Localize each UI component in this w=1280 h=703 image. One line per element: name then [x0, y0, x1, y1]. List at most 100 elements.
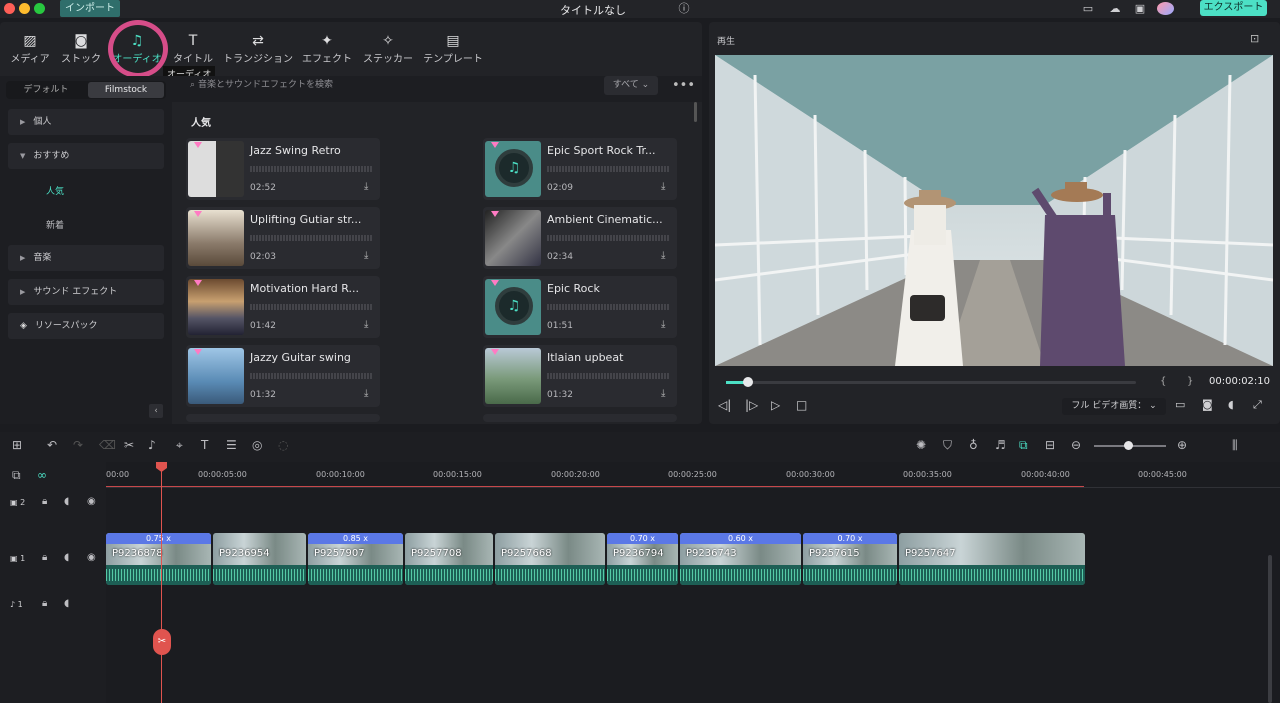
playback-scrubber[interactable] — [726, 381, 1136, 384]
play-icon[interactable]: ▷ — [771, 398, 780, 412]
audio-mix-icon[interactable]: ♬ — [995, 438, 1006, 452]
tab-effects[interactable]: ✦ エフェクト — [302, 32, 352, 72]
download-icon[interactable]: ⤓ — [364, 388, 368, 399]
timeline-clip[interactable]: P9257647 — [899, 533, 1085, 585]
audio-card[interactable]: Ambient Cinematic... 02:34 ⤓ — [483, 207, 677, 269]
audio-card[interactable]: Uplifting Gutiar str... 02:03 ⤓ — [186, 207, 380, 269]
snapshot-icon[interactable]: ◙ — [1202, 398, 1213, 411]
mark-in-icon[interactable]: { — [1160, 376, 1166, 387]
tab-transitions[interactable]: ⇄ トランジション — [223, 32, 293, 72]
tab-stock[interactable]: ◙ ストック — [61, 32, 101, 72]
stabilize-icon[interactable]: ◌ — [278, 438, 288, 452]
marker-icon[interactable]: ⛉ — [943, 438, 952, 453]
mute-icon[interactable]: ◖ — [64, 552, 69, 563]
export-button[interactable]: エクスポート — [1200, 0, 1267, 16]
timeline-clip[interactable]: 0.70 x P9236794 — [607, 533, 678, 585]
download-icon[interactable]: ⤓ — [661, 319, 665, 330]
audio-card[interactable]: Itlaian upbeat 01:32 ⤓ — [483, 345, 677, 407]
import-button[interactable]: インポート — [60, 0, 120, 17]
info-icon[interactable]: ⓘ — [677, 2, 691, 15]
link-icon[interactable]: ∞ — [37, 468, 47, 482]
tag-icon[interactable]: ⌖ — [176, 438, 183, 453]
fullscreen-icon[interactable]: ⤢ — [1253, 398, 1262, 412]
download-icon[interactable]: ⤓ — [364, 181, 368, 192]
timeline-clip[interactable]: P9257708 — [405, 533, 493, 585]
layout-grid-icon[interactable]: ⊞ — [12, 438, 22, 452]
preview-quality-dropdown[interactable]: フル ビデオ画質： ⌄ — [1062, 398, 1166, 415]
sidebar-item-personal[interactable]: ▶ 個人 — [8, 109, 164, 135]
render-icon[interactable]: ✺ — [916, 438, 926, 452]
scissors-icon[interactable]: ✂ — [153, 629, 171, 655]
download-icon[interactable]: ⤓ — [661, 181, 665, 192]
tab-templates[interactable]: ▤ テンプレート — [423, 32, 483, 72]
zoom-in-icon[interactable]: ⊕ — [1177, 438, 1187, 452]
microphone-icon[interactable]: ♁ — [969, 438, 978, 452]
audio-card[interactable]: ♫ Epic Sport Rock Tr... 02:09 ⤓ — [483, 138, 677, 200]
avatar[interactable] — [1157, 2, 1174, 15]
mark-out-icon[interactable]: } — [1187, 376, 1193, 387]
close-window-button[interactable] — [4, 3, 15, 14]
audio-detach-icon[interactable]: ♪ — [148, 438, 156, 452]
timeline-clip[interactable]: P9236954 — [213, 533, 306, 585]
speed-icon[interactable]: ◎ — [252, 438, 262, 452]
layout-icon[interactable]: ▭ — [1081, 2, 1095, 15]
volume-icon[interactable]: ◖ — [1228, 398, 1234, 411]
timeline-scrollbar[interactable] — [1268, 555, 1272, 703]
redo-icon[interactable]: ↷ — [73, 438, 83, 452]
audio-card[interactable]: Motivation Hard R... 01:42 ⤓ — [186, 276, 380, 338]
minimize-window-button[interactable] — [19, 3, 30, 14]
save-icon[interactable]: ▣ — [1133, 2, 1147, 15]
tab-media[interactable]: ▨ メディア — [10, 32, 50, 72]
download-icon[interactable]: ⤓ — [364, 250, 368, 261]
search-input[interactable]: ⌕ 音楽とサウンドエフェクトを検索 — [190, 76, 490, 94]
sidebar-item-music[interactable]: ▶ 音楽 — [8, 245, 164, 271]
lock-icon[interactable]: 🔒︎ — [42, 496, 47, 507]
eye-icon[interactable]: ◉ — [87, 552, 96, 563]
fit-icon[interactable]: ⊟ — [1045, 438, 1055, 452]
timeline-clip[interactable]: 0.85 x P9257907 — [308, 533, 403, 585]
zoom-out-icon[interactable]: ⊖ — [1071, 438, 1081, 452]
sidebar-item-recommended[interactable]: ▼ おすすめ — [8, 143, 164, 169]
library-scrollbar[interactable] — [694, 102, 697, 122]
track-settings-icon[interactable]: ⫼ — [1232, 438, 1238, 453]
download-icon[interactable]: ⤓ — [364, 319, 368, 330]
sidebar-item-sound-effects[interactable]: ▶ サウンド エフェクト — [8, 279, 164, 305]
snapshot-monitor-icon[interactable]: ⊡ — [1250, 32, 1259, 45]
audio-card[interactable]: ♫ Epic Rock 01:51 ⤓ — [483, 276, 677, 338]
lock-icon[interactable]: 🔒︎ — [42, 598, 47, 609]
undo-icon[interactable]: ↶ — [47, 438, 57, 452]
snap-icon[interactable]: ⧉ — [1019, 438, 1028, 453]
scrubber-handle[interactable] — [743, 377, 753, 387]
audio-card-partial[interactable] — [186, 414, 380, 422]
zoom-slider-handle[interactable] — [1124, 441, 1133, 450]
stop-icon[interactable]: □ — [796, 398, 807, 412]
timeline-clip[interactable]: P9257668 — [495, 533, 605, 585]
previous-frame-icon[interactable]: ◁| — [718, 398, 731, 412]
timeline-clip[interactable]: 0.75 x P9236878 — [106, 533, 211, 585]
delete-icon[interactable]: ⌫ — [99, 438, 116, 452]
timeline-clip[interactable]: 0.60 x P9236743 — [680, 533, 801, 585]
mute-icon[interactable]: ◖ — [64, 598, 69, 609]
cloud-icon[interactable]: ☁ — [1108, 2, 1122, 15]
download-icon[interactable]: ⤓ — [661, 388, 665, 399]
eye-icon[interactable]: ◉ — [87, 496, 96, 507]
add-track-icon[interactable]: ⧉ — [12, 468, 21, 483]
timeline-clip[interactable]: 0.70 x P9257615 — [803, 533, 897, 585]
next-frame-icon[interactable]: |▷ — [745, 398, 758, 412]
sidebar-subitem-new[interactable]: 新着 — [46, 218, 64, 231]
tab-filmstock[interactable]: Filmstock — [88, 82, 164, 98]
sidebar-subitem-popular[interactable]: 人気 — [46, 184, 64, 197]
mute-icon[interactable]: ◖ — [64, 496, 69, 507]
split-icon[interactable]: ✂ — [124, 438, 134, 452]
sidebar-item-resource-pack[interactable]: ◈ リソースパック — [8, 313, 164, 339]
adjust-icon[interactable]: ☰ — [226, 438, 237, 452]
collapse-sidebar-button[interactable]: ‹ — [149, 404, 163, 418]
filter-dropdown[interactable]: すべて ⌄ — [604, 76, 658, 95]
display-icon[interactable]: ▭ — [1175, 398, 1185, 411]
more-options-icon[interactable]: ••• — [672, 78, 695, 93]
download-icon[interactable]: ⤓ — [661, 250, 665, 261]
audio-card[interactable]: Jazz Swing Retro 02:52 ⤓ — [186, 138, 380, 200]
text-tool-icon[interactable]: T — [201, 438, 208, 452]
tab-default[interactable]: デフォルト — [8, 82, 84, 98]
audio-card-partial[interactable] — [483, 414, 677, 422]
